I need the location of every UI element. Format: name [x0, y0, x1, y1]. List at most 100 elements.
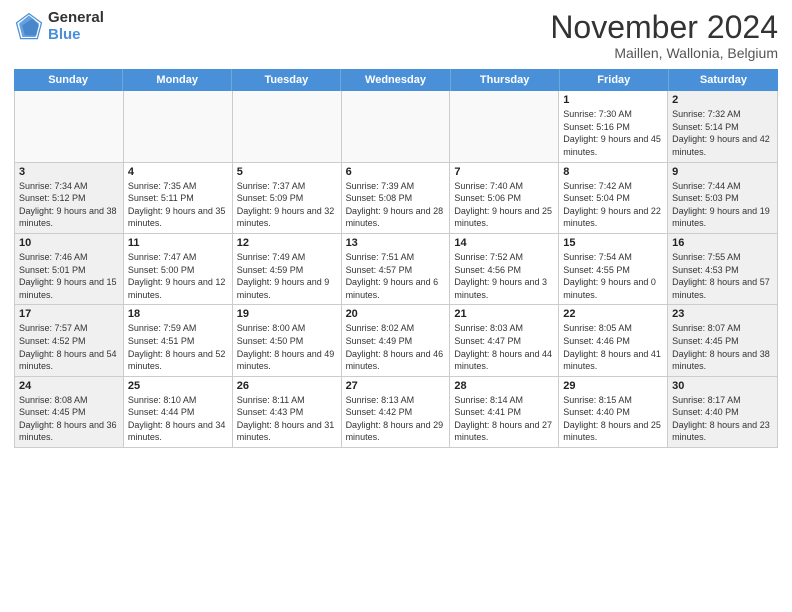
- day-info-1: Sunrise: 7:30 AM Sunset: 5:16 PM Dayligh…: [563, 108, 663, 158]
- day-number-7: 7: [454, 166, 554, 178]
- day-info-7: Sunrise: 7:40 AM Sunset: 5:06 PM Dayligh…: [454, 180, 554, 230]
- day-info-29: Sunrise: 8:15 AM Sunset: 4:40 PM Dayligh…: [563, 394, 663, 444]
- day-number-18: 18: [128, 308, 228, 320]
- day-cell-7: 7 Sunrise: 7:40 AM Sunset: 5:06 PM Daylig…: [450, 163, 559, 233]
- day-cell-1: 1 Sunrise: 7:30 AM Sunset: 5:16 PM Daylig…: [559, 91, 668, 161]
- day-number-21: 21: [454, 308, 554, 320]
- day-cell-2: 2 Sunrise: 7:32 AM Sunset: 5:14 PM Daylig…: [668, 91, 777, 161]
- logo: General Blue: [14, 10, 104, 43]
- day-info-3: Sunrise: 7:34 AM Sunset: 5:12 PM Dayligh…: [19, 180, 119, 230]
- day-cell-15: 15 Sunrise: 7:54 AM Sunset: 4:55 PM Dayli…: [559, 234, 668, 304]
- day-info-5: Sunrise: 7:37 AM Sunset: 5:09 PM Dayligh…: [237, 180, 337, 230]
- header-tuesday: Tuesday: [232, 69, 341, 91]
- day-info-16: Sunrise: 7:55 AM Sunset: 4:53 PM Dayligh…: [672, 251, 773, 301]
- day-number-4: 4: [128, 166, 228, 178]
- day-info-15: Sunrise: 7:54 AM Sunset: 4:55 PM Dayligh…: [563, 251, 663, 301]
- day-number-9: 9: [672, 166, 773, 178]
- logo-icon: [14, 12, 44, 42]
- day-number-1: 1: [563, 94, 663, 106]
- calendar-header: Sunday Monday Tuesday Wednesday Thursday…: [14, 69, 778, 91]
- day-cell-28: 28Sunrise: 8:14 AM Sunset: 4:41 PM Dayli…: [450, 377, 559, 447]
- day-cell-4: 4 Sunrise: 7:35 AM Sunset: 5:11 PM Daylig…: [124, 163, 233, 233]
- week-row-1: 3 Sunrise: 7:34 AM Sunset: 5:12 PM Daylig…: [15, 163, 777, 234]
- day-info-17: Sunrise: 7:57 AM Sunset: 4:52 PM Dayligh…: [19, 322, 119, 372]
- title-area: November 2024 Maillen, Wallonia, Belgium: [550, 10, 778, 61]
- day-cell-22: 22 Sunrise: 8:05 AM Sunset: 4:46 PM Dayli…: [559, 305, 668, 375]
- day-cell-24: 24Sunrise: 8:08 AM Sunset: 4:45 PM Dayli…: [15, 377, 124, 447]
- header-sunday: Sunday: [14, 69, 123, 91]
- day-number-30: 30: [672, 380, 773, 392]
- day-cell-16: 16 Sunrise: 7:55 AM Sunset: 4:53 PM Dayli…: [668, 234, 777, 304]
- empty-cell-w0-d1: [124, 91, 233, 161]
- day-number-26: 26: [237, 380, 337, 392]
- week-row-3: 17 Sunrise: 7:57 AM Sunset: 4:52 PM Dayli…: [15, 305, 777, 376]
- logo-general: General: [48, 10, 104, 27]
- day-cell-12: 12Sunrise: 7:49 AM Sunset: 4:59 PM Dayli…: [233, 234, 342, 304]
- header: General Blue November 2024 Maillen, Wall…: [14, 10, 778, 61]
- day-info-10: Sunrise: 7:46 AM Sunset: 5:01 PM Dayligh…: [19, 251, 119, 301]
- day-info-27: Sunrise: 8:13 AM Sunset: 4:42 PM Dayligh…: [346, 394, 446, 444]
- week-row-4: 24Sunrise: 8:08 AM Sunset: 4:45 PM Dayli…: [15, 377, 777, 447]
- day-number-25: 25: [128, 380, 228, 392]
- day-info-21: Sunrise: 8:03 AM Sunset: 4:47 PM Dayligh…: [454, 322, 554, 372]
- day-cell-8: 8Sunrise: 7:42 AM Sunset: 5:04 PM Daylig…: [559, 163, 668, 233]
- empty-cell-w0-d0: [15, 91, 124, 161]
- day-cell-23: 23Sunrise: 8:07 AM Sunset: 4:45 PM Dayli…: [668, 305, 777, 375]
- day-info-20: Sunrise: 8:02 AM Sunset: 4:49 PM Dayligh…: [346, 322, 446, 372]
- day-number-11: 11: [128, 237, 228, 249]
- page: General Blue November 2024 Maillen, Wall…: [0, 0, 792, 612]
- day-info-30: Sunrise: 8:17 AM Sunset: 4:40 PM Dayligh…: [672, 394, 773, 444]
- day-info-24: Sunrise: 8:08 AM Sunset: 4:45 PM Dayligh…: [19, 394, 119, 444]
- day-info-22: Sunrise: 8:05 AM Sunset: 4:46 PM Dayligh…: [563, 322, 663, 372]
- day-cell-30: 30 Sunrise: 8:17 AM Sunset: 4:40 PM Dayli…: [668, 377, 777, 447]
- day-cell-21: 21 Sunrise: 8:03 AM Sunset: 4:47 PM Dayli…: [450, 305, 559, 375]
- day-info-26: Sunrise: 8:11 AM Sunset: 4:43 PM Dayligh…: [237, 394, 337, 444]
- empty-cell-w0-d4: [450, 91, 559, 161]
- day-number-16: 16: [672, 237, 773, 249]
- day-number-22: 22: [563, 308, 663, 320]
- logo-text: General Blue: [48, 10, 104, 43]
- day-info-4: Sunrise: 7:35 AM Sunset: 5:11 PM Dayligh…: [128, 180, 228, 230]
- day-info-13: Sunrise: 7:51 AM Sunset: 4:57 PM Dayligh…: [346, 251, 446, 301]
- week-row-0: 1 Sunrise: 7:30 AM Sunset: 5:16 PM Daylig…: [15, 91, 777, 162]
- day-number-5: 5: [237, 166, 337, 178]
- day-number-29: 29: [563, 380, 663, 392]
- day-info-6: Sunrise: 7:39 AM Sunset: 5:08 PM Dayligh…: [346, 180, 446, 230]
- day-info-11: Sunrise: 7:47 AM Sunset: 5:00 PM Dayligh…: [128, 251, 228, 301]
- day-cell-5: 5 Sunrise: 7:37 AM Sunset: 5:09 PM Daylig…: [233, 163, 342, 233]
- day-cell-9: 9Sunrise: 7:44 AM Sunset: 5:03 PM Daylig…: [668, 163, 777, 233]
- month-title: November 2024: [550, 10, 778, 45]
- calendar-body: 1 Sunrise: 7:30 AM Sunset: 5:16 PM Daylig…: [14, 91, 778, 448]
- empty-cell-w0-d3: [342, 91, 451, 161]
- day-cell-25: 25 Sunrise: 8:10 AM Sunset: 4:44 PM Dayli…: [124, 377, 233, 447]
- week-row-2: 10 Sunrise: 7:46 AM Sunset: 5:01 PM Dayli…: [15, 234, 777, 305]
- day-info-25: Sunrise: 8:10 AM Sunset: 4:44 PM Dayligh…: [128, 394, 228, 444]
- day-cell-18: 18 Sunrise: 7:59 AM Sunset: 4:51 PM Dayli…: [124, 305, 233, 375]
- day-info-23: Sunrise: 8:07 AM Sunset: 4:45 PM Dayligh…: [672, 322, 773, 372]
- day-cell-3: 3 Sunrise: 7:34 AM Sunset: 5:12 PM Daylig…: [15, 163, 124, 233]
- day-cell-19: 19Sunrise: 8:00 AM Sunset: 4:50 PM Dayli…: [233, 305, 342, 375]
- day-number-17: 17: [19, 308, 119, 320]
- day-info-2: Sunrise: 7:32 AM Sunset: 5:14 PM Dayligh…: [672, 108, 773, 158]
- day-number-12: 12: [237, 237, 337, 249]
- header-wednesday: Wednesday: [341, 69, 450, 91]
- day-cell-20: 20Sunrise: 8:02 AM Sunset: 4:49 PM Dayli…: [342, 305, 451, 375]
- day-number-27: 27: [346, 380, 446, 392]
- day-number-15: 15: [563, 237, 663, 249]
- day-info-8: Sunrise: 7:42 AM Sunset: 5:04 PM Dayligh…: [563, 180, 663, 230]
- day-number-19: 19: [237, 308, 337, 320]
- day-cell-11: 11 Sunrise: 7:47 AM Sunset: 5:00 PM Dayli…: [124, 234, 233, 304]
- day-number-2: 2: [672, 94, 773, 106]
- header-saturday: Saturday: [669, 69, 778, 91]
- location: Maillen, Wallonia, Belgium: [550, 45, 778, 61]
- day-cell-27: 27 Sunrise: 8:13 AM Sunset: 4:42 PM Dayli…: [342, 377, 451, 447]
- day-info-18: Sunrise: 7:59 AM Sunset: 4:51 PM Dayligh…: [128, 322, 228, 372]
- day-cell-13: 13Sunrise: 7:51 AM Sunset: 4:57 PM Dayli…: [342, 234, 451, 304]
- day-info-14: Sunrise: 7:52 AM Sunset: 4:56 PM Dayligh…: [454, 251, 554, 301]
- calendar-rows: 1 Sunrise: 7:30 AM Sunset: 5:16 PM Daylig…: [15, 91, 777, 447]
- day-number-3: 3: [19, 166, 119, 178]
- day-cell-6: 6Sunrise: 7:39 AM Sunset: 5:08 PM Daylig…: [342, 163, 451, 233]
- day-number-10: 10: [19, 237, 119, 249]
- day-info-28: Sunrise: 8:14 AM Sunset: 4:41 PM Dayligh…: [454, 394, 554, 444]
- day-cell-29: 29 Sunrise: 8:15 AM Sunset: 4:40 PM Dayli…: [559, 377, 668, 447]
